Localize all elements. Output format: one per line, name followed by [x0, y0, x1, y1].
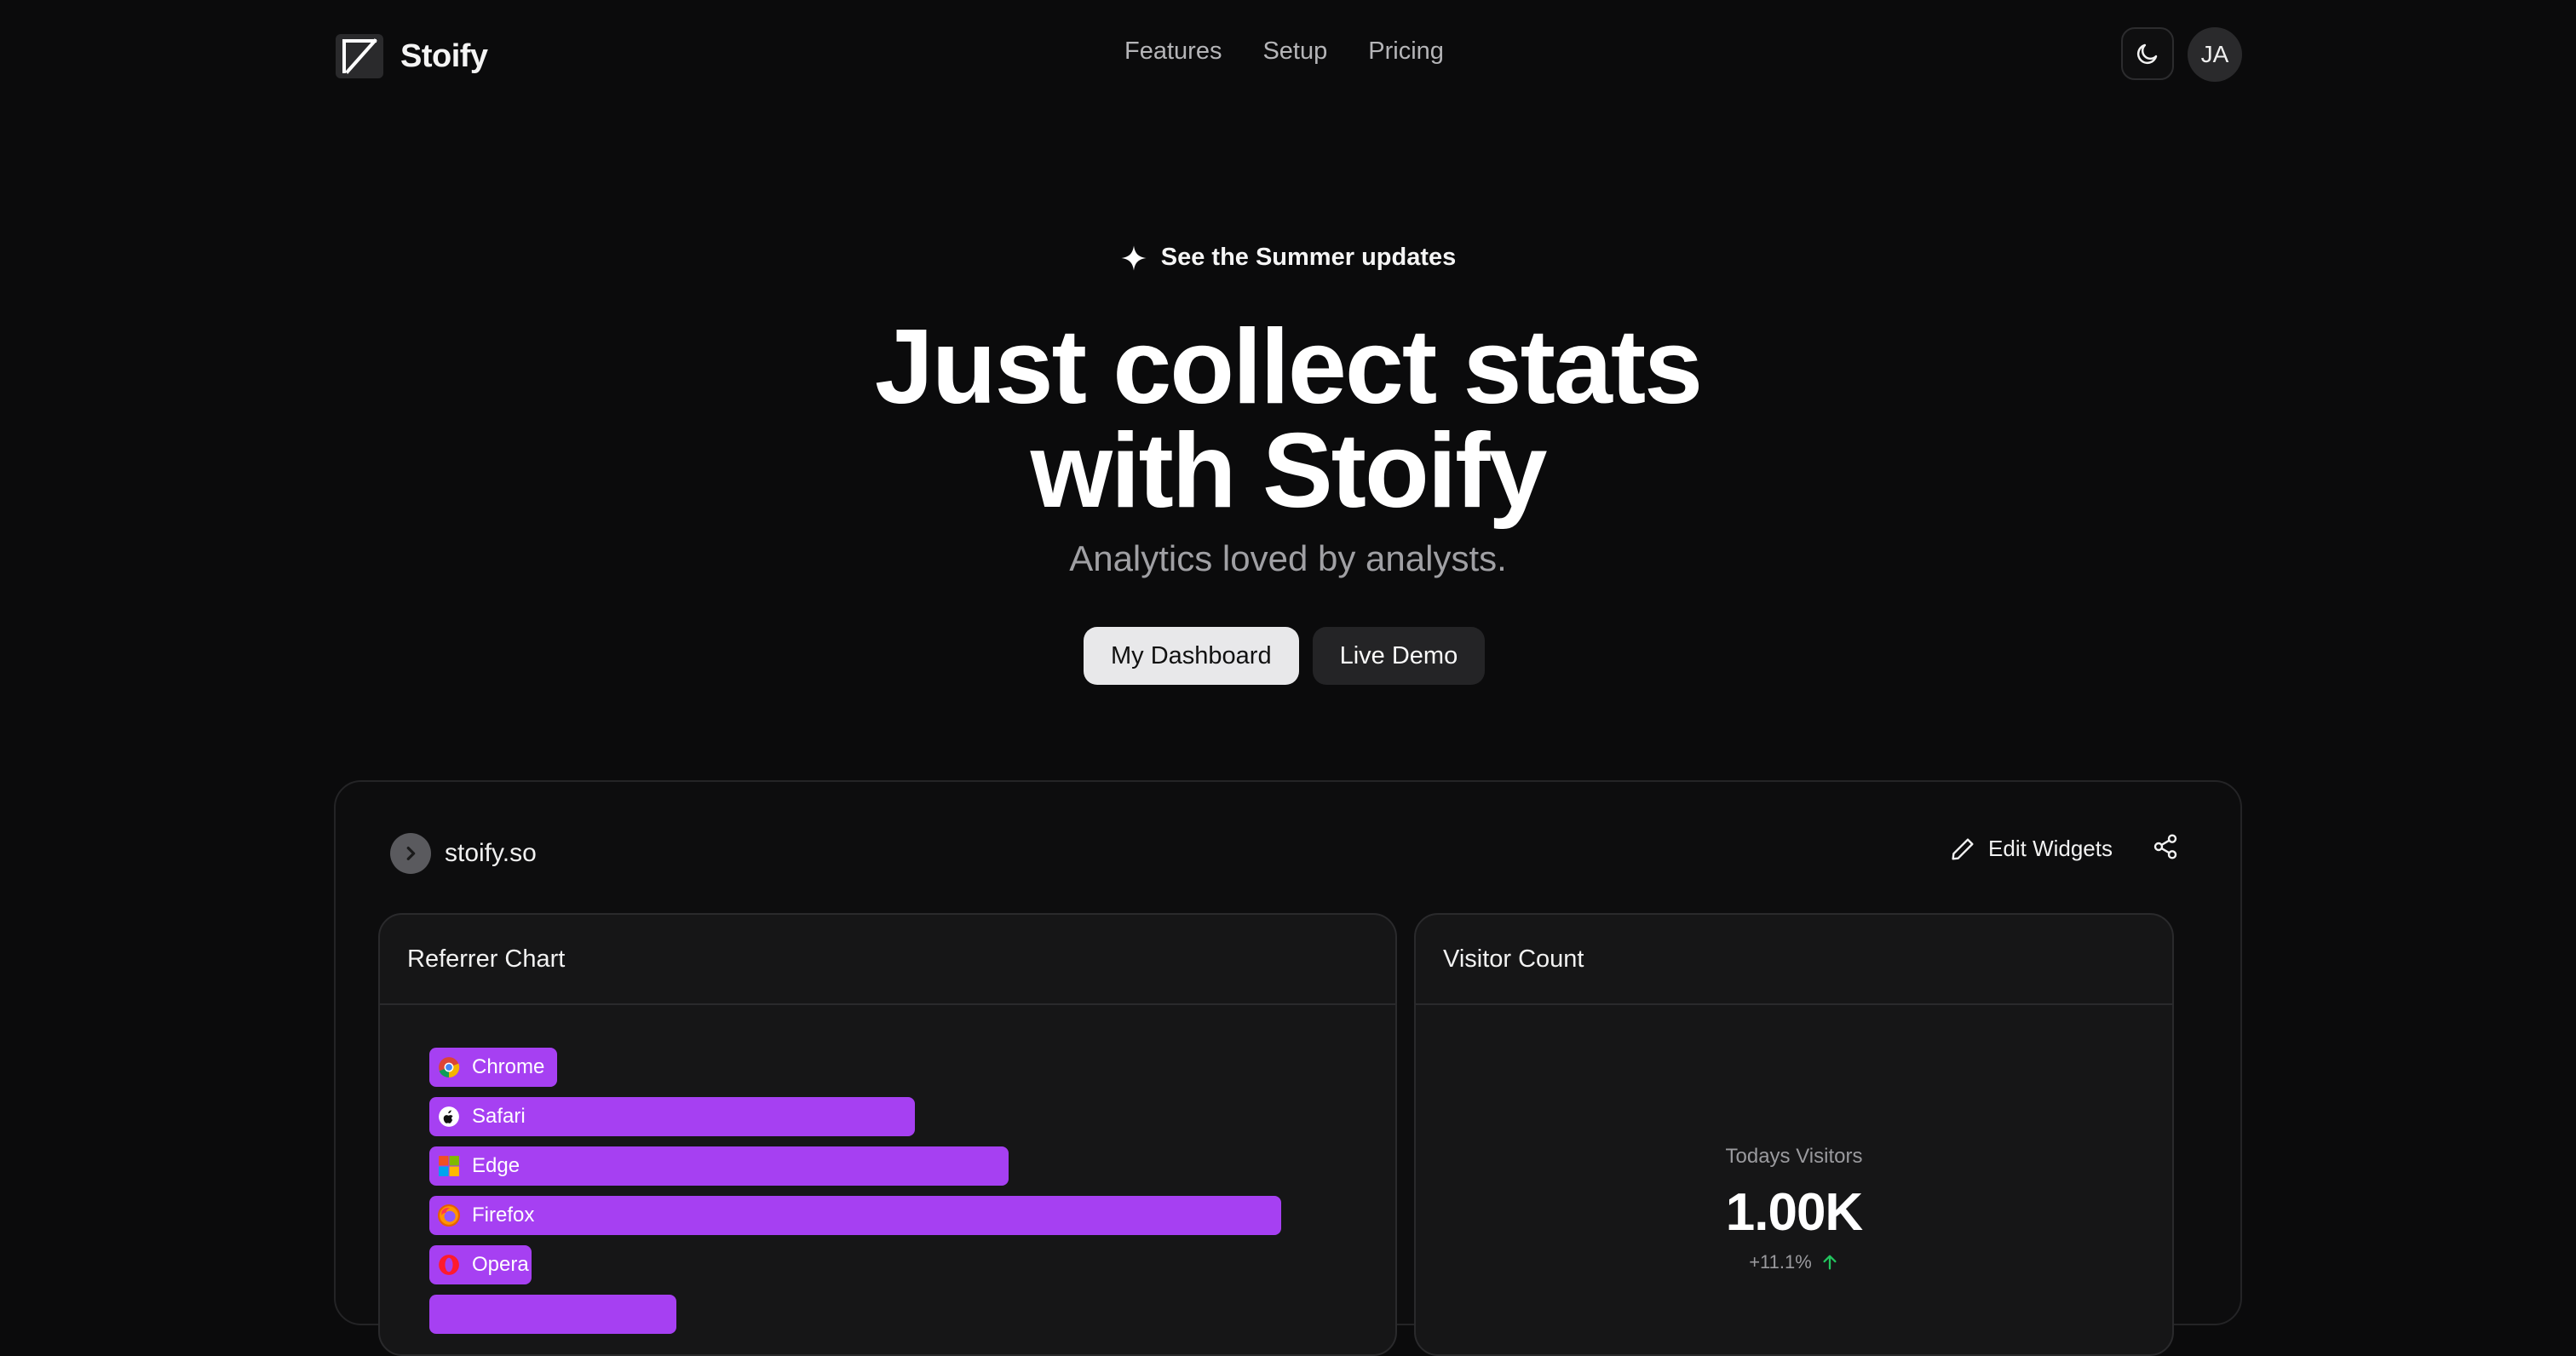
referrer-bar-label: Edge [438, 1146, 520, 1186]
theme-toggle-button[interactable] [2121, 27, 2174, 80]
nav-right: JA [2121, 27, 2242, 82]
referrer-bar[interactable] [429, 1196, 1281, 1235]
referrer-bar-label: Safari [438, 1097, 526, 1136]
hero-title-line2: with Stoify [1030, 412, 1548, 530]
safari-icon [438, 1106, 460, 1128]
nav-link-pricing[interactable]: Pricing [1368, 37, 1444, 66]
firefox-icon [438, 1204, 460, 1227]
nav-link-features[interactable]: Features [1124, 37, 1222, 66]
my-dashboard-button[interactable]: My Dashboard [1084, 627, 1299, 685]
referrer-bar-text: Edge [472, 1154, 520, 1177]
top-nav: Stoify Features Setup Pricing JA [0, 0, 2576, 109]
hero-title: Just collect stats with Stoify [0, 308, 2576, 530]
referrer-bar-text: Firefox [472, 1204, 535, 1227]
chrome-icon [438, 1056, 460, 1078]
pencil-icon [1952, 837, 1974, 860]
hero-subtitle: Analytics loved by analysts. [1069, 538, 1507, 578]
visitors-value: 1.00K [1725, 1183, 1863, 1242]
chevron-right-icon [390, 833, 431, 874]
referrer-bar-text: Chrome [472, 1055, 545, 1078]
referrer-bar-label: Firefox [438, 1196, 534, 1235]
referrer-bar-label: Chrome [438, 1048, 544, 1087]
share-icon [2153, 834, 2177, 859]
share-button[interactable] [2152, 833, 2179, 865]
referrer-chart-title: Referrer Chart [380, 915, 1395, 1005]
summer-updates-link[interactable]: See the Summer updates [0, 244, 2576, 272]
visitor-count-title: Visitor Count [1416, 915, 2172, 1005]
moon-icon [2136, 43, 2158, 65]
site-selector[interactable]: stoify.so [390, 833, 537, 874]
brand-name: Stoify [400, 37, 488, 74]
edit-widgets-label: Edit Widgets [1988, 836, 2113, 861]
summer-updates-text: See the Summer updates [1160, 244, 1457, 271]
opera-icon [438, 1254, 460, 1276]
referrer-chart-card: Referrer Chart Chrome Safari Edge Firefox Op… [378, 913, 1397, 1356]
dashboard-actions: Edit Widgets [1949, 833, 2179, 865]
nav-links: Features Setup Pricing [1124, 37, 1444, 66]
hero-buttons: My Dashboard Live Demo [1084, 627, 1486, 685]
visitors-change: +11.1% [1416, 1251, 2172, 1273]
visitor-stats: Todays Visitors 1.00K +11.1% [1416, 1145, 2172, 1273]
dashboard-preview: stoify.so Edit Widgets Referrer Chart Ch… [334, 780, 2242, 1356]
referrer-bar-text: Safari [472, 1105, 526, 1128]
referrer-bar-label: Opera [438, 1245, 529, 1284]
referrer-bar-text: Opera [472, 1253, 529, 1276]
site-name: stoify.so [445, 839, 537, 867]
live-demo-button[interactable]: Live Demo [1312, 627, 1486, 685]
brand-logo[interactable]: Stoify [336, 34, 488, 78]
nav-link-setup[interactable]: Setup [1262, 37, 1327, 66]
logo-icon [336, 34, 383, 78]
referrer-bar[interactable] [429, 1295, 676, 1334]
arrow-up-icon [1823, 1255, 1837, 1270]
user-avatar[interactable]: JA [2188, 27, 2242, 82]
visitors-label: Todays Visitors [1725, 1145, 1863, 1168]
sparkle-icon [1121, 244, 1147, 271]
edge-icon [438, 1155, 460, 1177]
edit-widgets-button[interactable]: Edit Widgets [1949, 836, 2113, 863]
visitors-change-value: +11.1% [1749, 1251, 1812, 1273]
hero-title-line1: Just collect stats [874, 308, 1703, 426]
visitor-count-card: Visitor Count Todays Visitors 1.00K +11.… [1414, 913, 2174, 1356]
